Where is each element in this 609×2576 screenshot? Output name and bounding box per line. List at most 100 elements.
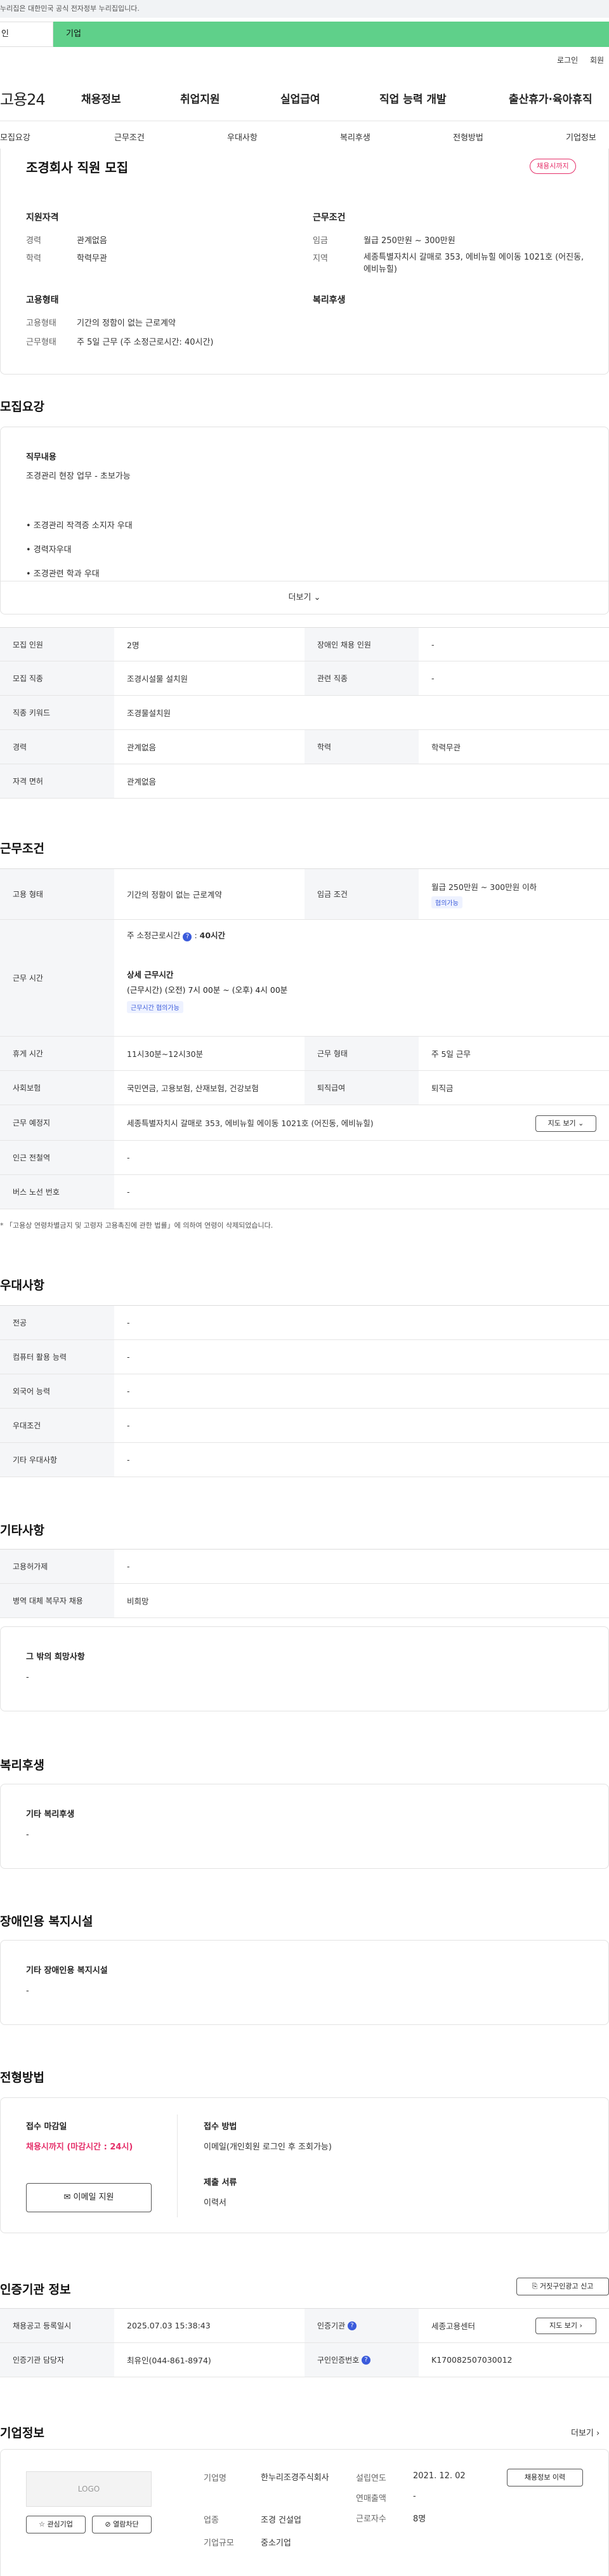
agency-map-button[interactable]: 지도 보기 › bbox=[535, 2318, 596, 2334]
duty-card: 직무내용 조경관리 현장 업무 - 초보가능 • 조경관리 작격증 소지자 우대… bbox=[0, 427, 609, 614]
table-row: 인근 전철역 - bbox=[0, 1141, 609, 1175]
more-button[interactable]: 더보기 ⌄ bbox=[1, 581, 608, 614]
sales-label: 연매출액 bbox=[356, 2494, 386, 2504]
tab-company[interactable]: 기업 bbox=[53, 22, 609, 47]
row-header: 구인인증번호 ? bbox=[304, 2343, 419, 2377]
join-link[interactable]: 회원 bbox=[590, 55, 604, 65]
snb-recruit[interactable]: 모집요강 bbox=[0, 131, 30, 143]
row-value: 2025.07.03 15:38:43 bbox=[127, 2321, 211, 2330]
industry-value: 조경 건설업 bbox=[261, 2516, 301, 2525]
company-logo: LOGO bbox=[26, 2471, 152, 2507]
table-row: 근무 시간 주 소정근로시간 ? : 40시간 상세 근무시간 (근무시간) (… bbox=[0, 920, 609, 1037]
row-value: - bbox=[127, 1318, 130, 1327]
other-wishes-value: - bbox=[26, 1673, 29, 1682]
disabled-box-title: 기타 장애인용 복지시설 bbox=[26, 1966, 108, 1975]
map-button[interactable]: 지도 보기 ⌄ bbox=[535, 1115, 596, 1132]
snb-selection[interactable]: 전형방법 bbox=[453, 131, 483, 143]
row-value: 세종특별자치시 갈매로 353, 에비뉴힐 에이동 1021호 (어진동, 에비… bbox=[127, 1119, 374, 1128]
area-label: 지역 bbox=[313, 254, 328, 263]
row-value: 조경시설물 설치원 bbox=[127, 674, 188, 684]
info-icon[interactable]: ? bbox=[348, 2321, 357, 2330]
favorite-company-button[interactable]: ☆ 관심기업 bbox=[26, 2516, 86, 2533]
login-link[interactable]: 로그인 bbox=[557, 55, 578, 65]
table-row: 모집 직종 조경시설물 설치원 관련 직종 - bbox=[0, 661, 609, 696]
negotiable-chip: 협의가능 bbox=[431, 896, 462, 908]
gov-notice-bar: 누리집은 대한민국 공식 전자정부 누리집입니다. bbox=[0, 0, 609, 18]
row-value: 조경물설치원 bbox=[127, 708, 171, 718]
row-value: - bbox=[127, 1153, 130, 1162]
duty-line: • 조경관리 작격증 소지자 우대 bbox=[26, 521, 133, 531]
table-row: 모집 인원 2명 장애인 채용 인원 - bbox=[0, 628, 609, 661]
method-value: 이메일(개인회원 로그인 후 조회가능) bbox=[204, 2142, 332, 2152]
mail-icon: ✉ bbox=[63, 2193, 71, 2202]
chevron-right-icon: › bbox=[596, 2429, 600, 2438]
company-size-value: 중소기업 bbox=[261, 2539, 291, 2548]
wage-condition-value: 월급 250만원 ~ 300만원 이하 bbox=[431, 882, 537, 892]
gnb-item-employment-support[interactable]: 취업지원 bbox=[180, 90, 220, 106]
wage-label: 임금 bbox=[313, 236, 328, 246]
tab-personal[interactable]: 인 bbox=[0, 22, 53, 47]
star-icon: ☆ bbox=[39, 2520, 45, 2528]
row-value: 관계없음 bbox=[127, 743, 157, 752]
row-header: 직종 키워드 bbox=[0, 696, 114, 729]
row-value: K170082507030012 bbox=[431, 2355, 513, 2365]
row-value: 기간의 정함이 없는 근로계약 bbox=[127, 890, 222, 900]
snb-work-conditions[interactable]: 근무조건 bbox=[114, 131, 145, 143]
table-row: 컴퓨터 활용 능력 - bbox=[0, 1340, 609, 1374]
row-value: - bbox=[127, 1187, 130, 1197]
weekly-hours-value: 40시간 bbox=[199, 931, 226, 940]
duty-line: • 조경관련 학과 우대 bbox=[26, 569, 100, 579]
founded-label: 설립연도 bbox=[356, 2474, 386, 2483]
sales-value: - bbox=[413, 2492, 416, 2501]
row-header: 자격 면허 bbox=[0, 764, 114, 798]
deadline-title: 접수 마감일 bbox=[26, 2122, 67, 2132]
job-history-button[interactable]: 채용정보 이력 bbox=[507, 2469, 583, 2486]
gnb-item-jobs[interactable]: 채용정보 bbox=[81, 90, 121, 106]
row-header: 인증기관 담당자 bbox=[0, 2343, 114, 2377]
row-header: 고용 형태 bbox=[0, 869, 114, 919]
career-value: 관계없음 bbox=[77, 236, 107, 246]
site-logo[interactable]: 고용24 bbox=[0, 87, 46, 109]
member-type-tabs: 인 기업 bbox=[0, 22, 609, 47]
method-title: 접수 방법 bbox=[204, 2122, 237, 2132]
age-notice: * 「고용상 연령차별금지 및 고령자 고용촉진에 관한 법률」에 의하여 연령… bbox=[0, 1221, 273, 1230]
chevron-down-icon: ⌄ bbox=[313, 593, 321, 602]
snb-preferences[interactable]: 우대사항 bbox=[227, 131, 258, 143]
work-type-value: 주 5일 근무 (주 소정근로시간: 40시간) bbox=[77, 338, 214, 347]
row-header: 전공 bbox=[0, 1306, 114, 1339]
info-icon[interactable]: ? bbox=[183, 933, 192, 941]
company-card: LOGO ☆ 관심기업 ⊘ 열람차단 기업명 한누리조경주식회사 업종 조경 건… bbox=[0, 2449, 609, 2576]
row-value: 세종고용센터 bbox=[431, 2321, 476, 2331]
chevron-down-icon: ⌄ bbox=[578, 1119, 584, 1127]
row-header: 우대조건 bbox=[0, 1409, 114, 1442]
table-row: 인증기관 담당자 최유인(044-861-8974) 구인인증번호 ? K170… bbox=[0, 2343, 609, 2377]
etc-table: 고용허가제 - 병역 대체 복무자 채용 비희망 bbox=[0, 1549, 609, 1618]
gnb-item-unemployment-benefits[interactable]: 실업급여 bbox=[280, 90, 320, 106]
info-icon[interactable]: ? bbox=[362, 2355, 371, 2365]
work-section-title: 근무조건 bbox=[0, 842, 44, 856]
snb-company[interactable]: 기업정보 bbox=[566, 131, 596, 143]
company-size-label: 기업규모 bbox=[204, 2539, 234, 2548]
company-more-link[interactable]: 더보기 › bbox=[571, 2426, 599, 2438]
welfare-box-value: - bbox=[26, 1830, 29, 1840]
block-company-button[interactable]: ⊘ 열람차단 bbox=[92, 2516, 152, 2533]
table-row: 버스 노선 번호 - bbox=[0, 1175, 609, 1209]
email-apply-button[interactable]: ✉ 이메일 지원 bbox=[26, 2183, 152, 2212]
work-type-label: 근무형태 bbox=[26, 338, 56, 347]
row-header: 근무 시간 bbox=[0, 920, 114, 1036]
row-header: 외국어 능력 bbox=[0, 1374, 114, 1408]
detail-hours-title: 상세 근무시간 bbox=[127, 970, 174, 979]
gnb-item-vocational-training[interactable]: 직업 능력 개발 bbox=[379, 90, 447, 106]
row-header: 모집 인원 bbox=[0, 628, 114, 661]
row-header: 근무 형태 bbox=[304, 1037, 419, 1070]
table-row: 기타 우대사항 - bbox=[0, 1443, 609, 1477]
duty-line: 조경관리 현장 업무 - 초보가능 bbox=[26, 472, 131, 481]
table-row: 채용공고 등록일시 2025.07.03 15:38:43 인증기관 ? 세종고… bbox=[0, 2309, 609, 2343]
row-header: 관련 직종 bbox=[304, 661, 419, 695]
report-false-ad-button[interactable]: ⎘ 거짓구인광고 신고 bbox=[516, 2278, 609, 2295]
gnb-item-parental-leave[interactable]: 출산휴가·육아휴직 bbox=[509, 90, 593, 106]
report-icon: ⎘ bbox=[532, 2282, 538, 2290]
divider bbox=[177, 2115, 178, 2217]
conditions-title: 근무조건 bbox=[313, 213, 346, 223]
snb-welfare[interactable]: 복리후생 bbox=[340, 131, 370, 143]
